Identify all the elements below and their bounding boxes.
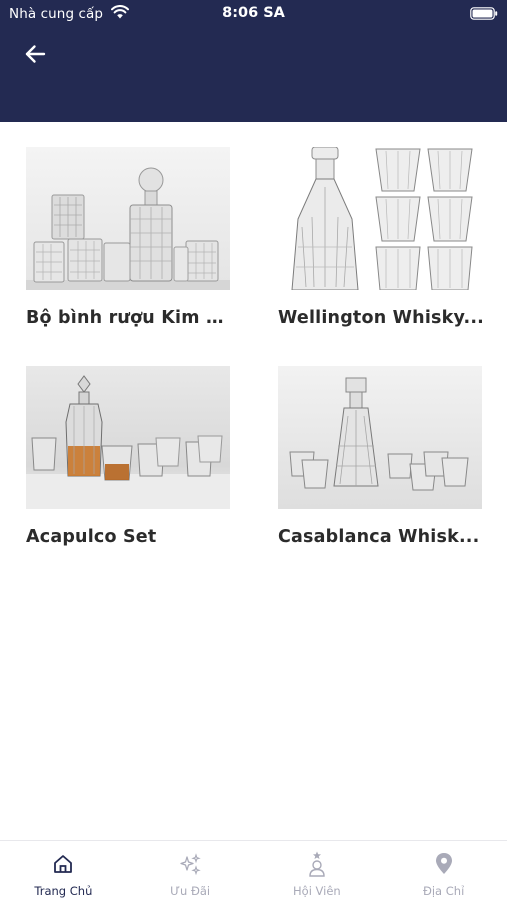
arrow-left-icon [25,45,46,63]
product-card[interactable]: Casablanca Whisk... [278,366,482,547]
product-image [26,366,230,509]
product-image [278,366,482,509]
bottom-tab-bar: Trang Chủ Ưu Đãi Hội Viên Địa Chỉ [0,840,507,900]
sparkles-icon [178,852,202,876]
location-pin-icon [432,852,456,876]
status-time: 8:06 SA [222,5,285,21]
tab-label: Địa Chỉ [422,884,465,898]
tab-promotions[interactable]: Ưu Đãi [127,841,254,900]
product-card[interactable]: Wellington Whisky... [278,147,484,328]
product-image [26,147,230,290]
tab-home[interactable]: Trang Chủ [0,841,127,900]
back-button[interactable] [20,40,50,68]
product-card[interactable]: Acapulco Set [26,366,230,547]
member-star-icon [305,851,329,877]
tab-members[interactable]: Hội Viên [254,841,381,900]
product-image [278,147,482,290]
product-card[interactable]: Bộ bình rượu Kim C... [26,147,236,328]
tab-label: Ưu Đãi [170,884,211,898]
app-header: Nhà cung cấp 8:06 SA [0,0,507,122]
status-bar: Nhà cung cấp 8:06 SA [0,0,507,28]
battery-icon [470,7,498,20]
tab-label: Hội Viên [293,884,341,898]
home-icon [51,852,75,876]
tab-location[interactable]: Địa Chỉ [380,841,507,900]
product-title: Acapulco Set [26,527,157,547]
product-title: Wellington Whisky... [278,308,485,328]
product-title: Casablanca Whisk... [278,527,480,547]
product-title: Bộ bình rượu Kim C... [26,308,236,328]
tab-label: Trang Chủ [34,884,93,898]
